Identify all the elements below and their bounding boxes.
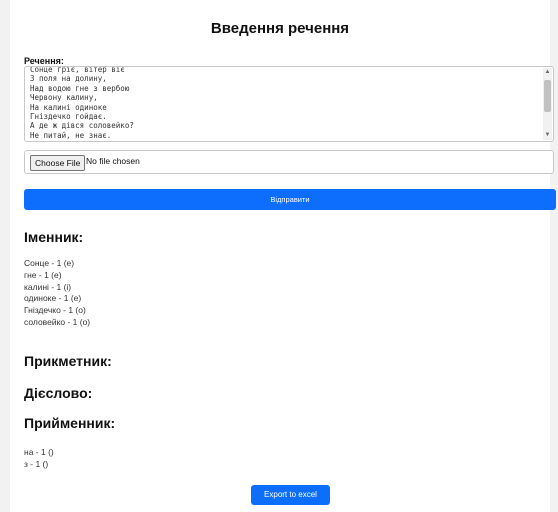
file-upload-field: Choose File No file chosen: [24, 150, 554, 174]
sentence-text[interactable]: Сонце гріє, вітер віє З поля на долину, …: [30, 67, 134, 140]
sentence-textarea[interactable]: Сонце гріє, вітер віє З поля на долину, …: [24, 66, 554, 142]
list-item: Гніздечко - 1 (о): [24, 305, 86, 316]
page-title: Введення речення: [210, 20, 350, 37]
noun-heading: Іменник:: [24, 229, 84, 245]
list-item: соловейко - 1 (о): [24, 316, 91, 327]
list-item: Сонце - 1 (е): [24, 258, 75, 268]
preposition-heading: Прийменник:: [24, 415, 116, 431]
sentence-label: Речення:: [24, 56, 64, 66]
file-status-text: No file chosen: [86, 156, 140, 166]
adjective-heading: Прикметник:: [24, 353, 112, 369]
scroll-thumb[interactable]: [544, 80, 551, 112]
export-excel-button[interactable]: Export to excel: [251, 485, 330, 505]
page-container: Введення речення Речення: Сонце гріє, ві…: [10, 0, 556, 512]
preposition-list: на - 1 () з - 1 (): [24, 447, 54, 471]
textarea-scrollbar[interactable]: ▲ ▼: [543, 68, 552, 140]
list-item: калині - 1 (і): [24, 281, 72, 292]
scroll-down-icon[interactable]: ▼: [543, 131, 552, 140]
verb-heading: Дієслово:: [24, 385, 93, 401]
list-item: з - 1 (): [24, 458, 49, 469]
list-item: на - 1 (): [24, 447, 54, 457]
list-item: одиноке - 1 (е): [24, 293, 82, 304]
list-item: гне - 1 (е): [24, 269, 62, 280]
noun-list: Сонце - 1 (е) гне - 1 (е) калині - 1 (і)…: [24, 258, 90, 329]
scroll-up-icon[interactable]: ▲: [543, 68, 552, 77]
choose-file-button[interactable]: Choose File: [30, 155, 86, 171]
submit-button[interactable]: Відправити: [24, 189, 556, 210]
